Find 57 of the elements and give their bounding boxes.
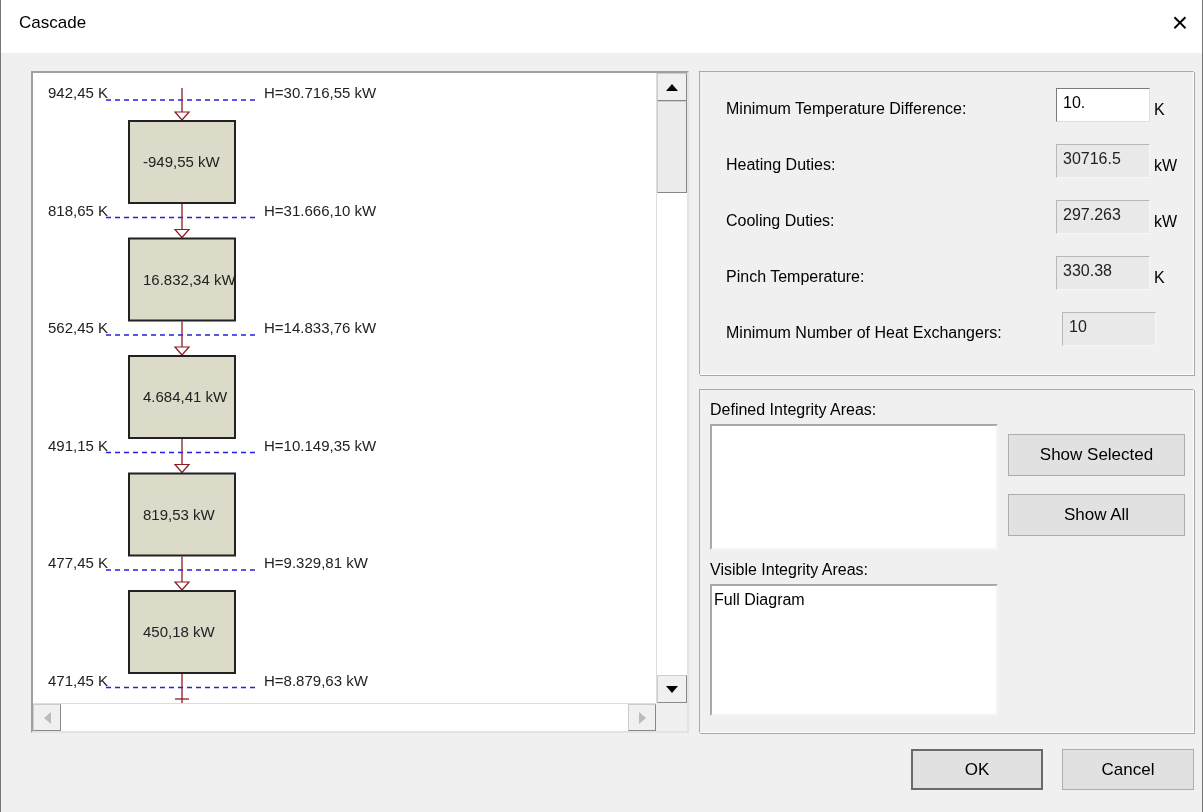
flow-arrow <box>173 320 191 357</box>
flow-arrow <box>173 87 191 122</box>
dialog-button[interactable]: Cancel <box>1062 749 1194 790</box>
temperature-label: 818,65 K <box>48 201 109 219</box>
flow-arrow <box>173 203 191 240</box>
duty-label: 450,18 kW <box>143 623 215 640</box>
scroll-left-button[interactable] <box>33 704 61 731</box>
readonly-field[interactable]: 30716.5 <box>1056 144 1150 178</box>
list-item[interactable]: Full Diagram <box>714 588 994 612</box>
enthalpy-label: H=30.716,55 kW <box>264 84 377 101</box>
enthalpy-label: H=8.879,63 kW <box>264 671 368 689</box>
enthalpy-label: H=10.149,35 kW <box>264 436 377 454</box>
defined-areas-list[interactable] <box>710 424 998 550</box>
dialog-button[interactable]: OK <box>911 749 1043 790</box>
scroll-down-button[interactable] <box>657 675 687 703</box>
unit-label: K <box>1153 268 1165 288</box>
field-label: Minimum Number of Heat Exchangers: <box>726 323 1003 343</box>
unit-label: kW <box>1153 156 1178 176</box>
duty-label: -949,55 kW <box>143 153 220 170</box>
input-field[interactable]: 10. <box>1056 88 1150 122</box>
up-arrow-icon <box>666 83 678 91</box>
left-arrow-icon <box>43 711 51 724</box>
temperature-label: 562,45 K <box>48 319 109 336</box>
flow-arrow <box>174 673 190 703</box>
temperature-label: 491,15 K <box>48 436 109 454</box>
list-label: Defined Integrity Areas: <box>710 400 878 420</box>
list-label: Visible Integrity Areas: <box>710 560 869 580</box>
scroll-thumb[interactable] <box>657 101 687 193</box>
down-arrow-icon <box>666 685 678 693</box>
window-title: Cascade <box>19 12 87 35</box>
action-button[interactable]: Show Selected <box>1008 434 1185 476</box>
flow-arrow <box>173 555 191 592</box>
enthalpy-label: H=31.666,10 kW <box>264 201 377 219</box>
close-button[interactable]: × <box>1158 9 1202 37</box>
enthalpy-label: H=9.329,81 kW <box>264 554 368 571</box>
temperature-label: 471,45 K <box>48 671 109 689</box>
duty-label: 4.684,41 kW <box>143 388 228 405</box>
duty-label: 819,53 kW <box>143 505 215 523</box>
field-label: Heating Duties: <box>726 155 837 175</box>
action-button[interactable]: Show All <box>1008 494 1185 536</box>
temperature-label: 477,45 K <box>48 554 109 571</box>
readonly-field[interactable]: 10 <box>1062 312 1156 346</box>
visible-areas-list[interactable]: Full Diagram <box>710 584 998 716</box>
scroll-up-button[interactable] <box>657 73 687 101</box>
flow-arrow <box>173 438 191 475</box>
right-arrow-icon <box>638 711 646 724</box>
unit-label: kW <box>1153 212 1178 232</box>
temperature-label: 942,45 K <box>48 84 109 101</box>
field-label: Cooling Duties: <box>726 211 836 231</box>
unit-label: K <box>1153 100 1165 120</box>
vertical-scrollbar[interactable] <box>656 73 687 703</box>
readonly-field[interactable]: 297.263 <box>1056 200 1150 234</box>
enthalpy-label: H=14.833,76 kW <box>264 319 377 336</box>
field-label: Minimum Temperature Difference: <box>726 99 968 119</box>
readonly-field[interactable]: 330.38 <box>1056 256 1150 290</box>
horizontal-scrollbar[interactable] <box>33 703 656 731</box>
field-label: Pinch Temperature: <box>726 267 866 287</box>
